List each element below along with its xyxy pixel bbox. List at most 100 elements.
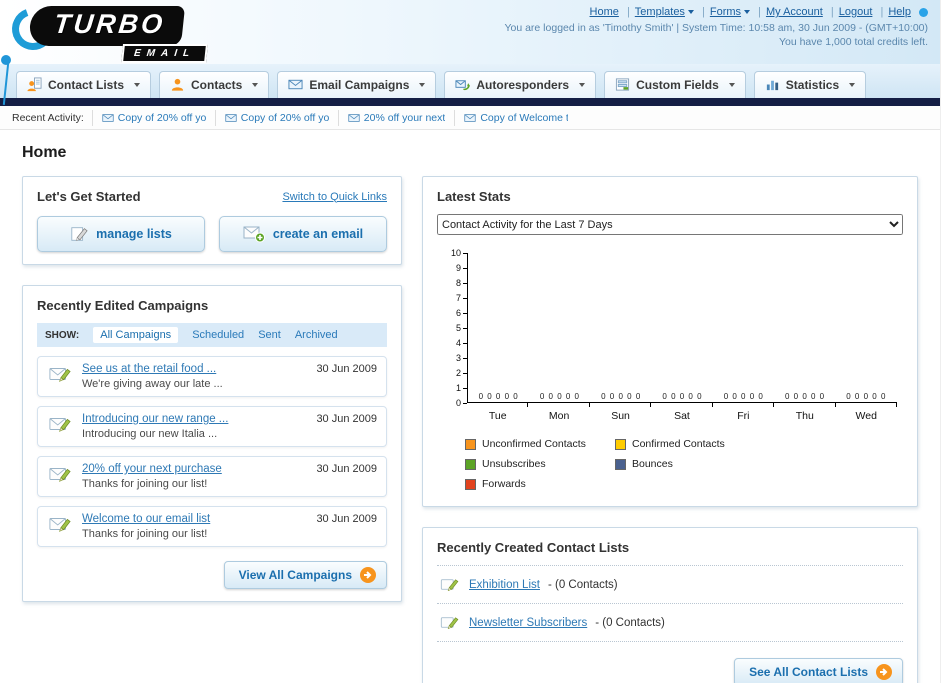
create-email-button[interactable]: create an email (219, 216, 387, 252)
tab-statistics[interactable]: Statistics (753, 71, 867, 98)
chart-days-row: Tue Mon Sun Sat Fri Thu Wed (467, 403, 898, 422)
header-right: Home Templates Forms My Account Logout H… (504, 0, 940, 64)
campaign-edit-icon (49, 468, 71, 482)
tab-custom-fields[interactable]: Custom Fields (604, 71, 746, 98)
legend-item: Confirmed Contacts (615, 438, 765, 450)
chart-day-values: 0 0 0 0 0 (784, 392, 826, 401)
campaign-row[interactable]: See us at the retail food ... We're givi… (37, 356, 387, 397)
chart-day-values: 0 0 0 0 0 (662, 392, 703, 401)
show-label: SHOW: (45, 329, 80, 341)
contact-list-count: - (0 Contacts) (595, 616, 665, 629)
contact-list-item[interactable]: Exhibition List - (0 Contacts) (437, 565, 903, 603)
chevron-down-icon (687, 10, 694, 15)
nav-link-templates[interactable]: Templates (635, 6, 685, 18)
tab-label: Email Campaigns (309, 77, 410, 92)
tab-label: Custom Fields (636, 77, 719, 92)
top-header: TURBO EMAIL Home Templates Forms My Acco… (0, 0, 940, 64)
campaign-title-link[interactable]: Introducing our new range ... (82, 413, 307, 425)
campaign-edit-icon (49, 368, 71, 382)
nav-link-my-account[interactable]: My Account (766, 6, 823, 18)
nav-link-forms[interactable]: Forms (710, 6, 741, 18)
stats-period-select[interactable]: Contact Activity for the Last 7 Days (437, 214, 903, 235)
statistics-icon (766, 80, 778, 91)
switch-quick-links-link[interactable]: Switch to Quick Links (282, 191, 387, 203)
filter-scheduled[interactable]: Scheduled (192, 329, 244, 341)
chart-zeros-row: 0 0 0 0 0 0 0 0 0 0 0 0 0 0 0 0 0 0 0 0 0 0 … (468, 392, 897, 401)
legend-swatch-icon (465, 438, 476, 450)
header-nav: Home Templates Forms My Account Logout H… (504, 6, 928, 18)
tab-contact-lists[interactable]: Contact Lists (16, 71, 152, 98)
recent-activity-item[interactable]: Copy of 20% off yo (91, 109, 215, 126)
view-all-campaigns-button[interactable]: View All Campaigns (223, 561, 387, 589)
tab-autoresponders[interactable]: Autoresponders (444, 71, 597, 98)
orange-arrow-icon (360, 567, 376, 583)
campaign-row[interactable]: Introducing our new range ... Introducin… (37, 406, 387, 447)
navy-divider-bar (0, 98, 940, 106)
campaign-title-link[interactable]: See us at the retail food ... (82, 363, 307, 375)
filter-sent[interactable]: Sent (258, 329, 281, 341)
chevron-down-icon (252, 82, 259, 87)
tab-email-campaigns[interactable]: Email Campaigns (277, 71, 437, 98)
campaign-date: 30 Jun 2009 (316, 463, 377, 475)
legend-label: Forwards (482, 478, 526, 490)
chart-day-label: Thu (774, 403, 836, 422)
view-all-campaigns-label: View All Campaigns (238, 568, 352, 582)
right-column: Latest Stats Contact Activity for the La… (422, 176, 918, 683)
campaign-row[interactable]: 20% off your next purchase Thanks for jo… (37, 456, 387, 497)
chart-day-values: 0 0 0 0 0 (478, 392, 519, 401)
chart-y-axis: 10 9 8 7 6 5 4 3 2 1 0 (443, 249, 467, 408)
tab-contacts[interactable]: Contacts (159, 71, 270, 98)
email-icon (102, 113, 114, 122)
legend-item: Unsubscribes (465, 458, 615, 470)
recent-activity-item[interactable]: 20% off your next (337, 109, 455, 126)
legend-swatch-icon (465, 458, 476, 470)
filter-all-campaigns[interactable]: All Campaigns (93, 327, 179, 343)
list-edit-icon (440, 579, 459, 592)
recent-activity-link[interactable]: Copy of Welcome to (480, 112, 568, 124)
campaign-title-link[interactable]: Welcome to our email list (82, 513, 307, 525)
contact-list-link[interactable]: Exhibition List (469, 579, 540, 591)
chart-day-values: 0 0 0 0 0 (539, 392, 580, 401)
email-icon (348, 113, 360, 122)
main-tab-bar: Contact Lists Contacts Email Campaigns A… (0, 64, 940, 98)
campaign-date: 30 Jun 2009 (316, 363, 377, 375)
nav-link-help[interactable]: Help (888, 6, 911, 18)
chart-plot-area: 0 0 0 0 0 0 0 0 0 0 0 0 0 0 0 0 0 0 0 0 0 0 … (467, 253, 897, 403)
create-email-label: create an email (272, 227, 364, 241)
tab-label: Contact Lists (48, 77, 125, 92)
campaign-subtitle: Thanks for joining our list! (82, 478, 208, 490)
app-logo[interactable]: TURBO EMAIL (5, 1, 290, 64)
see-all-contact-lists-label: See All Contact Lists (749, 665, 868, 679)
chevron-down-icon (134, 82, 141, 87)
campaign-subtitle: Thanks for joining our list! (82, 528, 208, 540)
tab-label: Contacts (191, 77, 243, 92)
recent-activity-link[interactable]: Copy of 20% off yo (241, 112, 329, 124)
contact-list-link[interactable]: Newsletter Subscribers (469, 617, 587, 629)
chart-day-label: Fri (713, 403, 775, 422)
contact-list-item[interactable]: Newsletter Subscribers - (0 Contacts) (437, 603, 903, 642)
nav-link-logout[interactable]: Logout (839, 6, 873, 18)
recent-activity-link[interactable]: 20% off your next (364, 112, 446, 124)
filter-archived[interactable]: Archived (295, 329, 338, 341)
logo-subtitle: EMAIL (121, 44, 209, 63)
campaign-edit-icon (49, 518, 71, 532)
get-started-title: Let's Get Started (37, 189, 141, 204)
manage-lists-button[interactable]: manage lists (37, 216, 205, 252)
email-icon (464, 113, 476, 122)
email-icon (225, 113, 237, 122)
legend-swatch-icon (615, 438, 626, 450)
legend-label: Bounces (632, 458, 673, 470)
contact-activity-chart: 10 9 8 7 6 5 4 3 2 1 0 0 0 0 0 0 0 0 0 0 0 0 0 0 0 0… (437, 249, 903, 422)
campaign-title-link[interactable]: 20% off your next purchase (82, 463, 307, 475)
recent-activity-item[interactable]: Copy of 20% off yo (214, 109, 338, 126)
chevron-down-icon (744, 10, 751, 15)
custom-fields-icon (616, 78, 630, 91)
chevron-down-icon (419, 82, 426, 87)
see-all-contact-lists-button[interactable]: See All Contact Lists (734, 658, 903, 683)
recent-activity-item[interactable]: Copy of Welcome to (454, 109, 577, 126)
credits-info: You have 1,000 total credits left. (778, 36, 928, 48)
legend-item: Unconfirmed Contacts (465, 438, 615, 450)
nav-link-home[interactable]: Home (590, 6, 619, 18)
recent-activity-link[interactable]: Copy of 20% off yo (118, 112, 206, 124)
campaign-row[interactable]: Welcome to our email list Thanks for joi… (37, 506, 387, 547)
